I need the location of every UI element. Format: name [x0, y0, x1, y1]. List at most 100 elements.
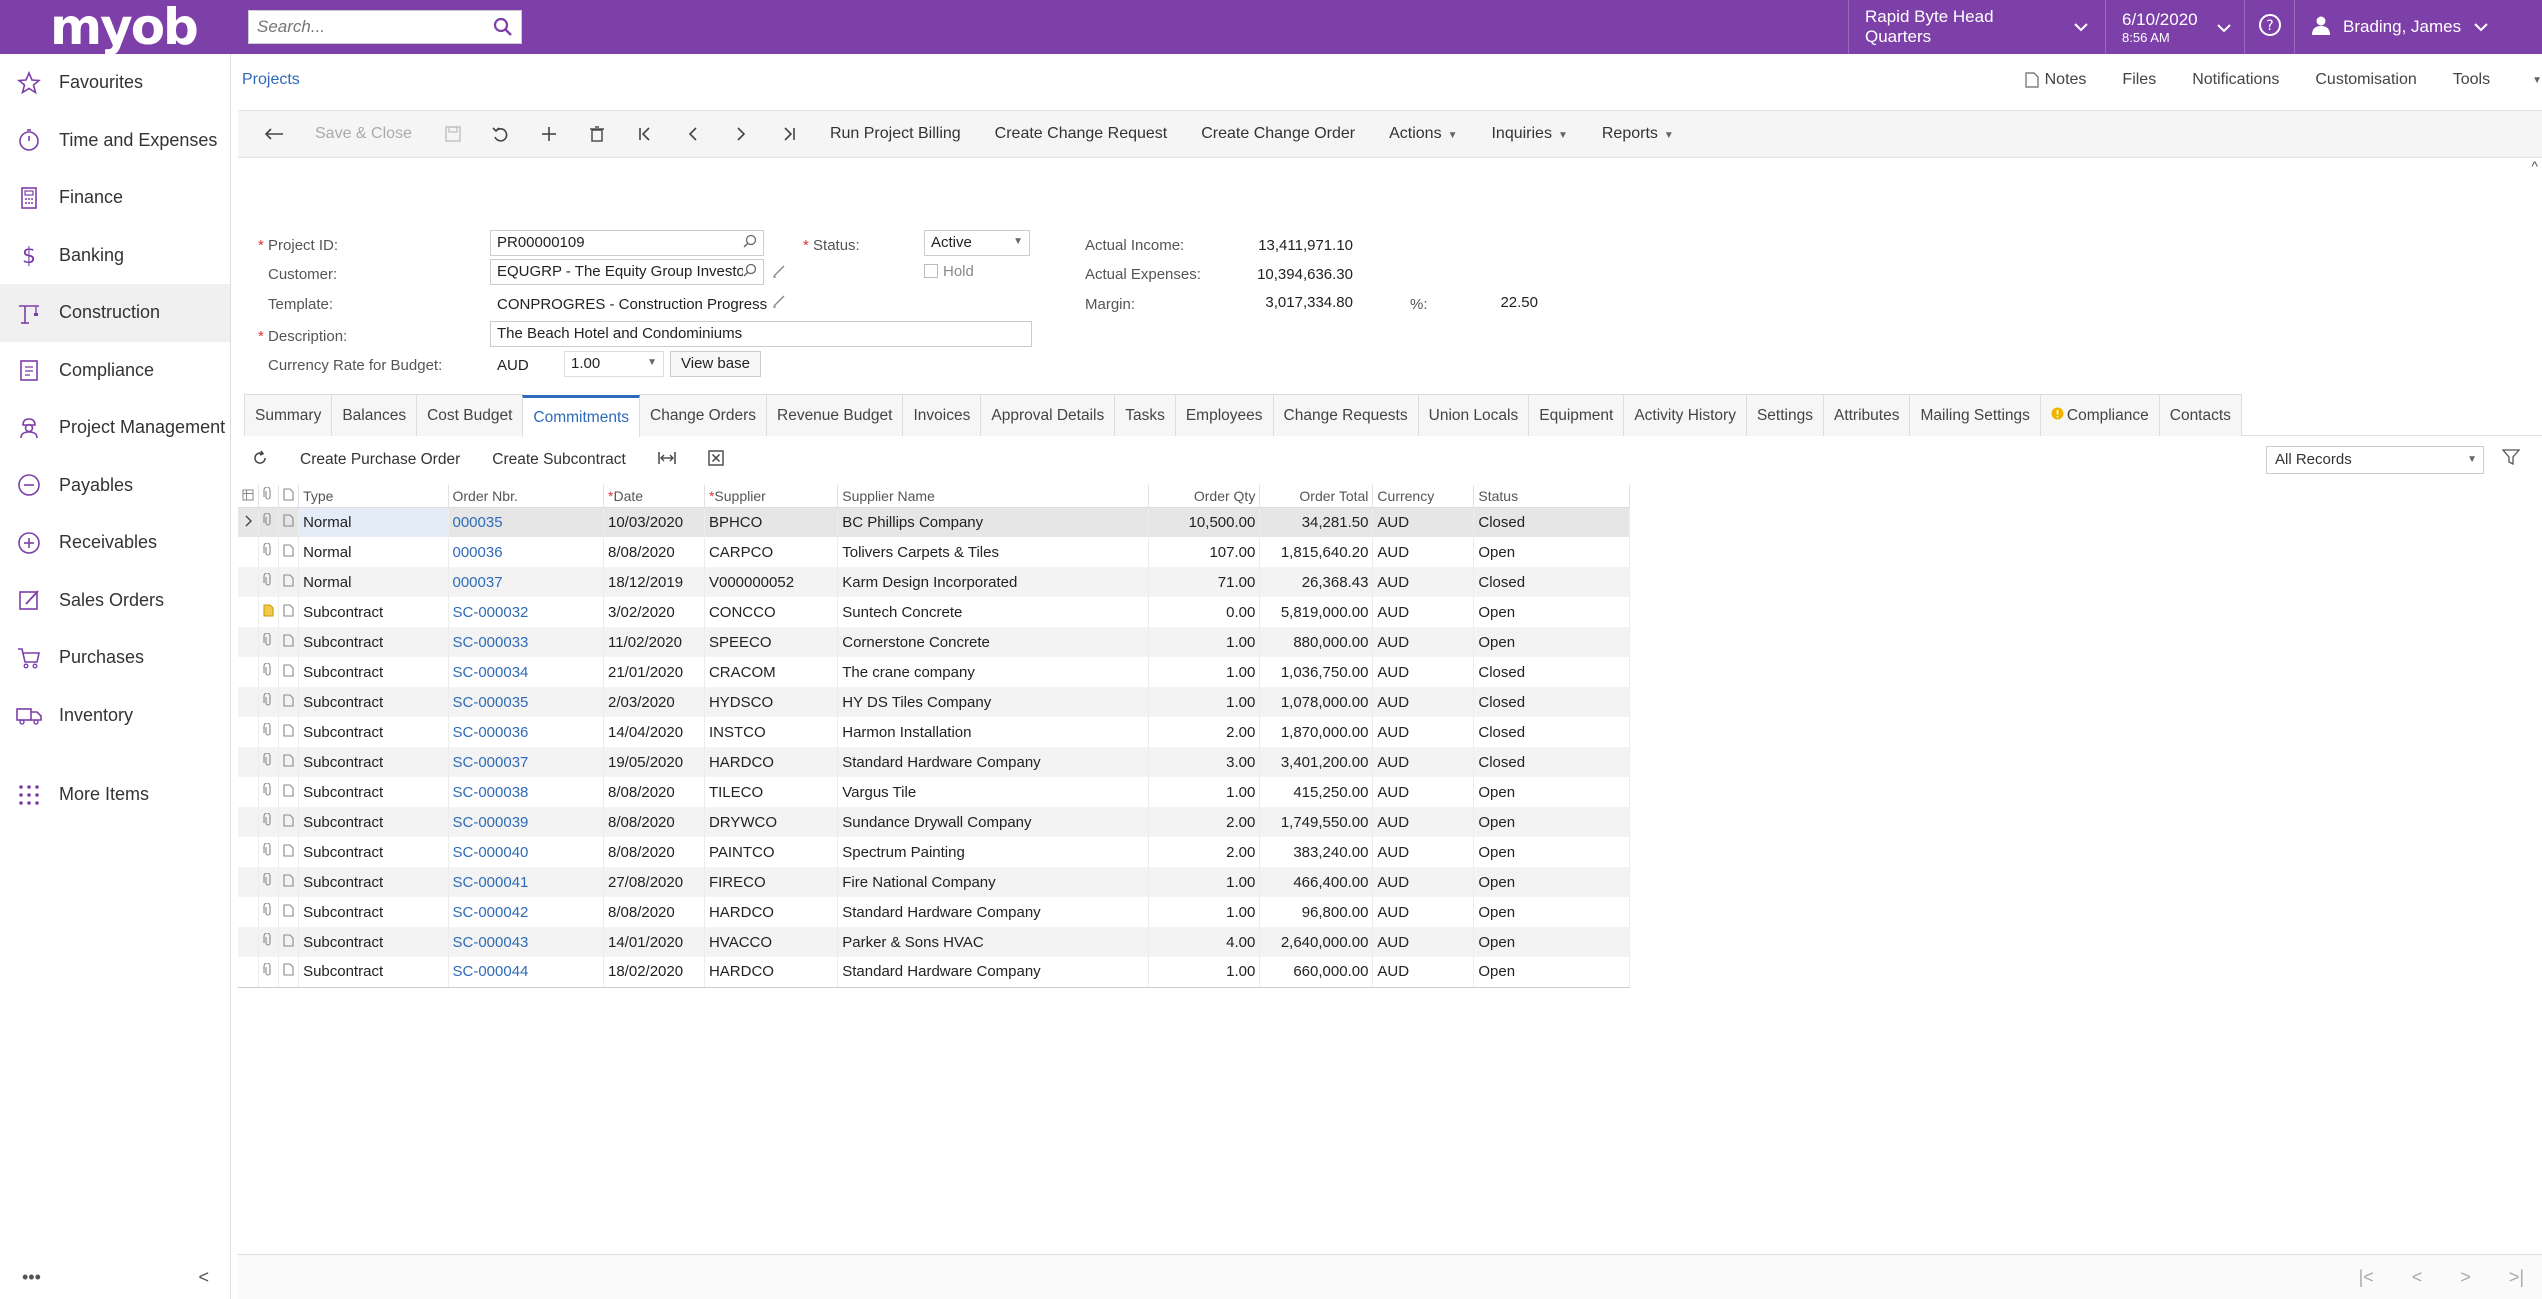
create-change-order-button[interactable]: Create Change Order [1201, 125, 1355, 143]
row-selector[interactable] [238, 717, 259, 747]
breadcrumb[interactable]: Projects [242, 71, 300, 89]
cell-order-nbr[interactable]: 000037 [448, 567, 604, 597]
column-header-currency[interactable]: Currency [1372, 485, 1475, 508]
cell-order-nbr[interactable]: SC-000039 [448, 807, 604, 837]
tab-employees[interactable]: Employees [1174, 394, 1274, 436]
attachment-icon[interactable] [258, 807, 279, 837]
column-header-type[interactable]: Type [298, 485, 449, 508]
run-project-billing-button[interactable]: Run Project Billing [830, 125, 961, 143]
tab-settings[interactable]: Settings [1745, 394, 1824, 436]
sidebar-item-payables[interactable]: Payables [0, 457, 230, 515]
tab-commitments[interactable]: Commitments [522, 395, 641, 437]
cell-order-nbr[interactable]: SC-000038 [448, 777, 604, 807]
search-input[interactable] [249, 11, 479, 43]
sidebar-item-finance[interactable]: Finance [0, 169, 230, 227]
attachment-icon[interactable] [258, 837, 279, 867]
note-icon[interactable] [278, 837, 300, 867]
tab-revenue-budget[interactable]: Revenue Budget [766, 394, 904, 436]
note-icon[interactable] [278, 807, 300, 837]
sidebar-item-compliance[interactable]: Compliance [0, 342, 230, 400]
notifications-link[interactable]: Notifications [2192, 71, 2279, 89]
tab-change-requests[interactable]: Change Requests [1272, 394, 1419, 436]
help-button[interactable]: ? [2244, 0, 2294, 54]
table-row[interactable]: Subcontract SC-000038 8/08/2020 TILECO Vargu… [238, 777, 1630, 807]
row-selector[interactable] [238, 627, 259, 657]
more-options-icon[interactable]: ••• [22, 1267, 41, 1288]
attachment-icon[interactable] [258, 897, 279, 927]
tab-mailing-settings[interactable]: Mailing Settings [1909, 394, 2041, 436]
search-box[interactable] [248, 10, 522, 44]
view-base-button[interactable]: View base [670, 351, 761, 377]
attachment-icon[interactable] [258, 567, 279, 597]
attachment-icon[interactable] [258, 717, 279, 747]
table-row[interactable]: Subcontract SC-000041 27/08/2020 FIRECO Fire… [238, 867, 1630, 897]
table-row[interactable]: Subcontract SC-000042 8/08/2020 HARDCO Stand… [238, 897, 1630, 927]
note-icon[interactable] [278, 597, 300, 627]
attachment-icon[interactable] [258, 777, 279, 807]
cell-order-nbr[interactable]: SC-000034 [448, 657, 604, 687]
cell-order-nbr[interactable]: SC-000041 [448, 867, 604, 897]
hold-checkbox[interactable] [924, 264, 938, 278]
cell-order-nbr[interactable]: SC-000033 [448, 627, 604, 657]
attached-note-icon[interactable] [258, 597, 279, 627]
attachment-icon[interactable] [258, 867, 279, 897]
table-row[interactable]: Subcontract SC-000035 2/03/2020 HYDSCO HY DS… [238, 687, 1630, 717]
myob-logo[interactable]: myob [50, 0, 199, 56]
table-row[interactable]: Normal 000037 18/12/2019 V000000052 Karm Des… [238, 567, 1630, 597]
sidebar-item-inventory[interactable]: Inventory [0, 687, 230, 745]
branch-selector[interactable]: Rapid Byte Head Quarters [1848, 0, 2105, 54]
row-selector[interactable] [238, 567, 259, 597]
last-record-icon[interactable] [765, 127, 813, 141]
delete-icon[interactable] [573, 126, 621, 142]
previous-record-icon[interactable] [669, 127, 717, 141]
attachment-icon[interactable] [258, 957, 279, 988]
note-icon[interactable] [278, 687, 300, 717]
export-excel-icon[interactable] [708, 449, 724, 471]
table-row[interactable]: Subcontract SC-000033 11/02/2020 SPEECO Corn… [238, 627, 1630, 657]
note-icon[interactable] [278, 717, 300, 747]
table-row[interactable]: Subcontract SC-000044 18/02/2020 HARDCO Stan… [238, 957, 1630, 988]
note-icon[interactable] [278, 777, 300, 807]
tab-summary[interactable]: Summary [244, 394, 333, 436]
project-id-field[interactable]: PR00000109 [490, 230, 764, 256]
tab-attributes[interactable]: Attributes [1822, 394, 1911, 436]
next-record-icon[interactable] [717, 127, 765, 141]
fit-columns-icon[interactable] [658, 451, 676, 470]
table-row[interactable]: Subcontract SC-000037 19/05/2020 HARDCO Stan… [238, 747, 1630, 777]
note-icon[interactable] [278, 567, 300, 597]
note-icon[interactable] [278, 867, 300, 897]
undo-icon[interactable] [477, 126, 525, 142]
search-icon[interactable] [493, 17, 513, 42]
sidebar-item-banking[interactable]: $ Banking [0, 227, 230, 285]
row-selector[interactable] [238, 927, 259, 957]
cell-order-nbr[interactable]: 000035 [448, 507, 604, 537]
tools-menu[interactable]: Tools ▼ [2453, 71, 2542, 89]
cell-order-nbr[interactable]: SC-000036 [448, 717, 604, 747]
column-header-supplier[interactable]: *Supplier [704, 485, 839, 508]
row-selector[interactable] [238, 957, 259, 988]
edit-pencil-icon[interactable] [771, 293, 787, 314]
customer-field[interactable]: EQUGRP - The Equity Group Investor [490, 259, 764, 285]
tab-approval-details[interactable]: Approval Details [980, 394, 1116, 436]
edit-pencil-icon[interactable] [771, 263, 787, 284]
cell-order-nbr[interactable]: SC-000044 [448, 957, 604, 988]
cell-order-nbr[interactable]: SC-000043 [448, 927, 604, 957]
row-selector[interactable] [238, 747, 259, 777]
customisation-link[interactable]: Customisation [2315, 71, 2416, 89]
tab-invoices[interactable]: Invoices [902, 394, 982, 436]
table-row[interactable]: Subcontract SC-000043 14/01/2020 HVACCO Park… [238, 927, 1630, 957]
refresh-icon[interactable] [252, 450, 268, 471]
attachment-icon[interactable] [258, 537, 279, 567]
sidebar-item-receivables[interactable]: Receivables [0, 514, 230, 572]
last-page-icon[interactable]: >| [2509, 1267, 2524, 1288]
note-icon[interactable] [278, 747, 300, 777]
row-selector[interactable] [238, 837, 259, 867]
cell-order-nbr[interactable]: SC-000040 [448, 837, 604, 867]
column-header-order-qty[interactable]: Order Qty [1148, 485, 1261, 508]
table-row[interactable]: Normal 000036 8/08/2020 CARPCO Tolivers Carp… [238, 537, 1630, 567]
tab-tasks[interactable]: Tasks [1114, 394, 1176, 436]
sidebar-item-favourites[interactable]: Favourites [0, 54, 230, 112]
sidebar-item-construction[interactable]: Construction [0, 284, 230, 342]
attachment-icon[interactable] [258, 747, 279, 777]
reports-menu[interactable]: Reports ▼ [1602, 125, 1674, 143]
